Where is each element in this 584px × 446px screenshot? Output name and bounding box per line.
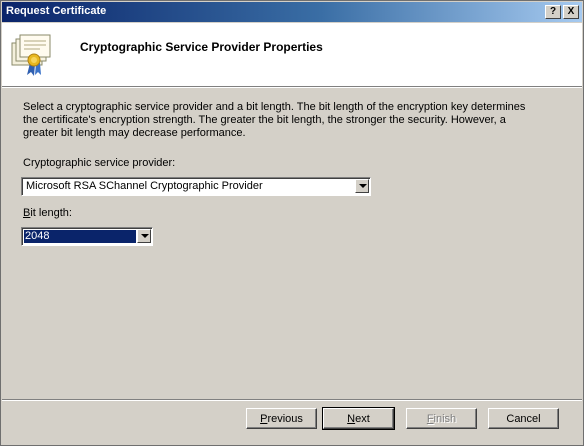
bit-length-label: Bit length:	[23, 207, 72, 219]
request-certificate-dialog: Request Certificate ? X Cryptographic Se…	[0, 0, 584, 446]
intro-text: Select a cryptographic service provider …	[23, 101, 526, 139]
finish-accel: F	[426, 413, 434, 425]
previous-rest: revious	[267, 413, 303, 425]
csp-selected-value: Microsoft RSA SChannel Cryptographic Pro…	[26, 180, 263, 192]
bit-length-selected-value: 2048	[24, 230, 136, 243]
finish-rest: inish	[433, 413, 457, 425]
help-button[interactable]: ?	[545, 5, 561, 19]
previous-button[interactable]: Previous	[246, 408, 317, 429]
wizard-header: Cryptographic Service Provider Propertie…	[2, 23, 582, 87]
finish-button[interactable]: Finish	[406, 408, 477, 429]
bit-length-label-rest: it length:	[30, 207, 72, 219]
close-button[interactable]: X	[563, 5, 579, 19]
next-button[interactable]: Next	[322, 407, 395, 430]
footer-divider	[2, 399, 582, 401]
next-accel: N	[347, 413, 356, 425]
header-divider	[2, 87, 582, 88]
next-rest: ext	[355, 413, 370, 425]
certificate-icon	[11, 34, 51, 76]
bit-length-dropdown[interactable]: 2048	[21, 227, 153, 246]
page-heading: Cryptographic Service Provider Propertie…	[80, 40, 323, 54]
csp-dropdown[interactable]: Microsoft RSA SChannel Cryptographic Pro…	[21, 177, 371, 196]
csp-label: Cryptographic service provider:	[23, 157, 176, 169]
window-title: Request Certificate	[6, 5, 107, 17]
chevron-down-icon[interactable]	[137, 229, 151, 243]
chevron-down-icon[interactable]	[355, 179, 369, 193]
cancel-button[interactable]: Cancel	[488, 408, 559, 429]
title-bar[interactable]: Request Certificate ? X	[2, 2, 582, 22]
